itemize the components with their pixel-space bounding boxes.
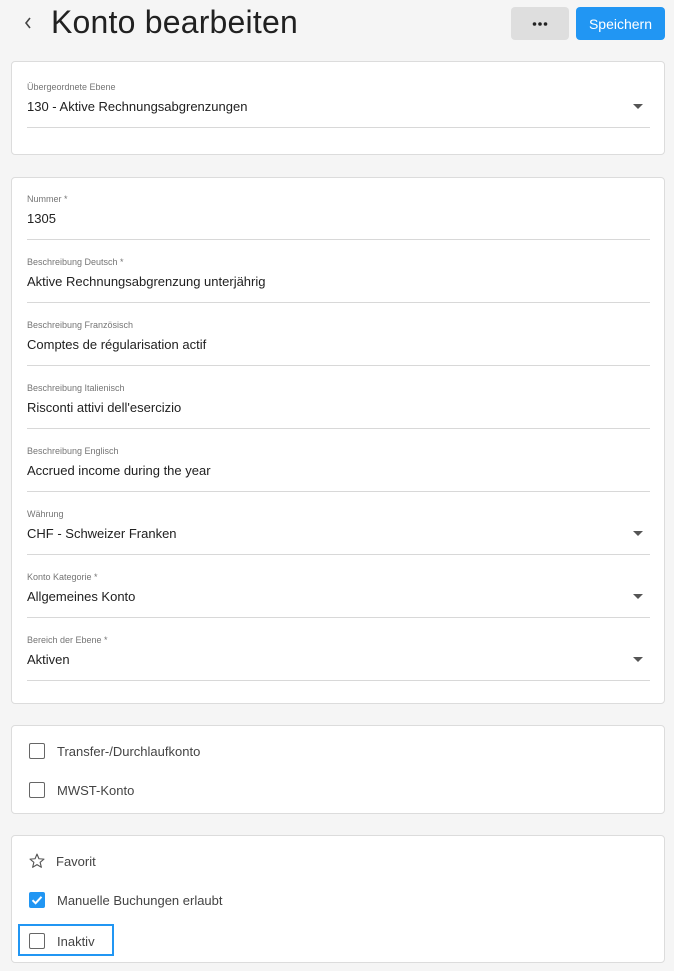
dropdown-caret-icon (633, 657, 643, 662)
category-label: Konto Kategorie * (27, 572, 98, 582)
focus-highlight (18, 924, 114, 956)
favorite-row[interactable]: Favorit (28, 849, 428, 873)
transfer-checkbox[interactable] (29, 743, 45, 759)
checkmark-icon (31, 896, 43, 905)
dropdown-caret-icon (633, 531, 643, 536)
favorite-label: Favorit (56, 853, 96, 869)
number-field[interactable]: Nummer * 1305 (27, 194, 650, 240)
more-options-button[interactable] (511, 7, 569, 40)
dropdown-caret-icon (633, 594, 643, 599)
description-it-label: Beschreibung Italienisch (27, 383, 125, 393)
back-button[interactable] (18, 10, 38, 36)
description-it-value: Risconti attivi dell'esercizio (27, 400, 182, 415)
manual-bookings-checkbox[interactable] (29, 892, 45, 908)
description-en-value: Accrued income during the year (27, 463, 211, 478)
parent-level-label: Übergeordnete Ebene (27, 82, 116, 92)
page-header: Konto bearbeiten Speichern (0, 0, 674, 46)
number-value: 1305 (27, 211, 56, 226)
level-area-value: Aktiven (27, 652, 70, 667)
parent-level-select[interactable]: Übergeordnete Ebene 130 - Aktive Rechnun… (27, 82, 650, 128)
description-fr-field[interactable]: Beschreibung Französisch Comptes de régu… (27, 320, 650, 366)
description-de-field[interactable]: Beschreibung Deutsch * Aktive Rechnungsa… (27, 257, 650, 303)
save-button[interactable]: Speichern (576, 7, 665, 40)
more-dots-icon (532, 21, 548, 26)
level-area-label: Bereich der Ebene * (27, 635, 108, 645)
description-en-field[interactable]: Beschreibung Englisch Accrued income dur… (27, 446, 650, 492)
description-de-label: Beschreibung Deutsch * (27, 257, 124, 267)
description-it-field[interactable]: Beschreibung Italienisch Risconti attivi… (27, 383, 650, 429)
description-fr-label: Beschreibung Französisch (27, 320, 134, 330)
vat-checkbox-row[interactable]: MWST-Konto (29, 778, 429, 802)
parent-level-value: 130 - Aktive Rechnungsabgrenzungen (27, 99, 248, 114)
vat-label: MWST-Konto (57, 782, 135, 798)
category-value: Allgemeines Konto (27, 589, 136, 604)
parent-level-card: Übergeordnete Ebene 130 - Aktive Rechnun… (11, 61, 665, 155)
account-details-card: Nummer * 1305 Beschreibung Deutsch * Akt… (11, 177, 665, 704)
page-title: Konto bearbeiten (51, 4, 298, 40)
number-label: Nummer * (27, 194, 68, 204)
manual-bookings-row[interactable]: Manuelle Buchungen erlaubt (29, 888, 429, 912)
account-options-card: Transfer-/Durchlaufkonto MWST-Konto (11, 725, 665, 814)
transfer-label: Transfer-/Durchlaufkonto (57, 743, 201, 759)
level-area-select[interactable]: Bereich der Ebene * Aktiven (27, 635, 650, 681)
vat-checkbox[interactable] (29, 782, 45, 798)
currency-select[interactable]: Währung CHF - Schweizer Franken (27, 509, 650, 555)
currency-value: CHF - Schweizer Franken (27, 526, 177, 541)
dropdown-caret-icon (633, 104, 643, 109)
description-de-value: Aktive Rechnungsabgrenzung unterjährig (27, 274, 266, 289)
category-select[interactable]: Konto Kategorie * Allgemeines Konto (27, 572, 650, 618)
description-fr-value: Comptes de régularisation actif (27, 337, 207, 352)
star-outline-icon[interactable] (28, 852, 46, 870)
currency-label: Währung (27, 509, 64, 519)
manual-bookings-label: Manuelle Buchungen erlaubt (57, 892, 223, 908)
chevron-left-icon (24, 17, 31, 29)
transfer-checkbox-row[interactable]: Transfer-/Durchlaufkonto (29, 739, 429, 763)
description-en-label: Beschreibung Englisch (27, 446, 119, 456)
